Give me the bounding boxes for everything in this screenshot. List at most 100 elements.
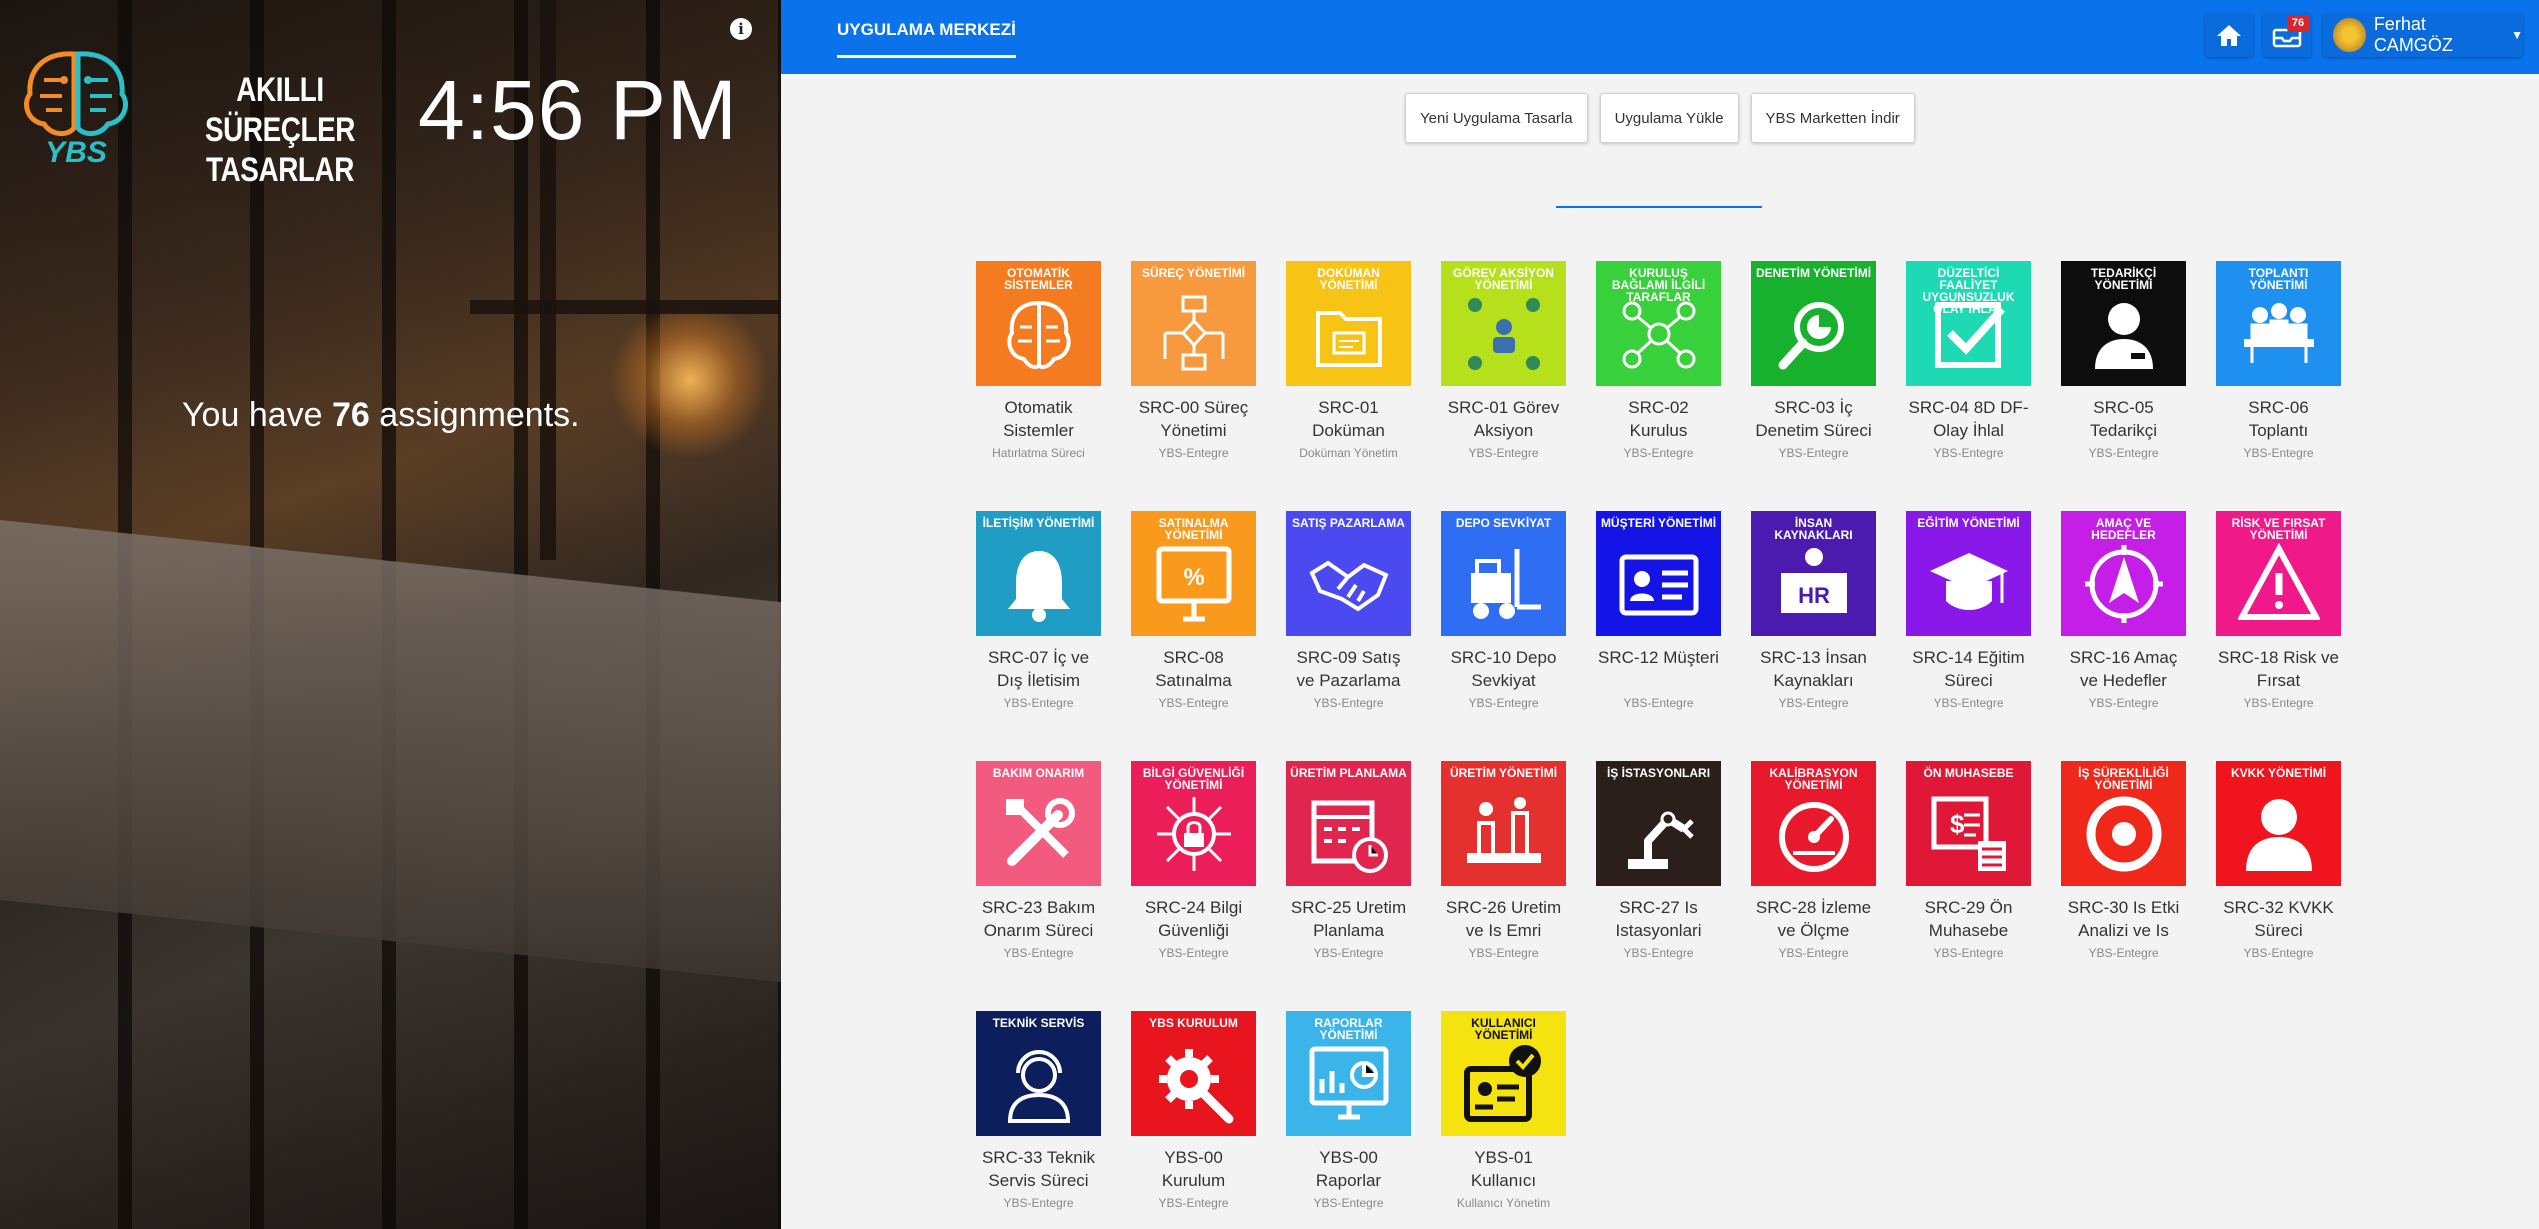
app-card[interactable]: ÜRETİM YÖNETİMİ SRC-26 Uretim ve Is Emri Y… (1441, 761, 1566, 1011)
app-tile[interactable]: İNSAN KAYNAKLARI HR (1751, 511, 1876, 636)
app-tile-title: EĞİTİM YÖNETİMİ (1917, 516, 2020, 530)
app-name: YBS-00 Raporlar (1315, 1148, 1382, 1190)
report-icon (1309, 1046, 1389, 1120)
lock-network-icon (1157, 797, 1231, 871)
app-card[interactable]: SATIŞ PAZARLAMA SRC-09 Satış ve Pazarlama… (1286, 511, 1411, 761)
app-tile[interactable]: BAKIM ONARIM (976, 761, 1101, 886)
app-tile[interactable]: TOPLANTI YÖNETİMİ (2216, 261, 2341, 386)
app-tile[interactable]: KVKK YÖNETİMİ (2216, 761, 2341, 886)
assignments-prefix: You have (182, 396, 323, 434)
app-tile-title: İLETİŞİM YÖNETİMİ (982, 516, 1095, 530)
app-tile[interactable]: YBS KURULUM (1131, 1011, 1256, 1136)
action-buttons: Yeni Uygulama Tasarla Uygulama Yükle YBS… (1405, 93, 1915, 143)
app-card[interactable]: TEDARİKÇİ YÖNETİMİ SRC-05 Tedarikçi YBS-En… (2061, 261, 2186, 511)
app-tile[interactable]: SATIŞ PAZARLAMA (1286, 511, 1411, 636)
app-card[interactable]: İNSAN KAYNAKLARI HR SRC-13 İnsan Kaynaklar… (1751, 511, 1876, 761)
app-tile[interactable]: DEPO SEVKİYAT (1441, 511, 1566, 636)
app-tile-title: ÜRETİM YÖNETİMİ (1449, 766, 1558, 780)
app-tile[interactable]: ÜRETİM PLANLAMA (1286, 761, 1411, 886)
app-tile[interactable]: OTOMATİK SİSTEMLER (976, 261, 1101, 386)
app-card[interactable]: KALİBRASYON YÖNETİMİ SRC-28 İzleme ve Ölç… (1751, 761, 1876, 1011)
user-menu-button[interactable]: Ferhat CAMGÖZ ▼ (2323, 13, 2523, 57)
app-tile[interactable]: SATINALMA YÖNETİMİ% (1131, 511, 1256, 636)
app-tile[interactable]: TEKNİK SERVİS (976, 1011, 1101, 1136)
app-tile-title: KULLANICI YÖNETİMİ (1471, 1016, 1536, 1042)
app-tile[interactable]: ÖN MUHASEBE $ (1906, 761, 2031, 886)
app-card[interactable]: İŞ SÜREKLİLİĞİ YÖNETİMİ SRC-30 Is Etki An… (2061, 761, 2186, 1011)
app-card[interactable]: AMAÇ VE HEDEFLER SRC-16 Amaç ve Hedefler Y… (2061, 511, 2186, 761)
ybs-logo: YBS (16, 44, 136, 169)
caret-down-icon: ▼ (2511, 28, 2523, 42)
meeting-icon (2244, 303, 2314, 363)
app-tile[interactable]: RİSK VE FIRSAT YÖNETİMİ (2216, 511, 2341, 636)
app-tile[interactable]: EĞİTİM YÖNETİMİ (1906, 511, 2031, 636)
app-card[interactable]: TEKNİK SERVİS SRC-33 Teknik Servis Süreci… (976, 1011, 1101, 1229)
design-new-app-button[interactable]: Yeni Uygulama Tasarla (1405, 93, 1588, 143)
app-card[interactable]: BAKIM ONARIM SRC-23 Bakım Onarım Süreci YB… (976, 761, 1101, 1011)
info-icon[interactable]: i (730, 18, 752, 40)
download-from-market-button[interactable]: YBS Marketten İndir (1750, 93, 1915, 143)
app-card[interactable]: DÜZELTİCİ FAALİYET UYGUNSUZLUK OLAY İHLA… (1906, 261, 2031, 511)
app-tile-title: TEKNİK SERVİS (992, 1016, 1085, 1030)
app-name: SRC-32 KVKK Süreci (2223, 898, 2334, 940)
home-button[interactable] (2205, 13, 2253, 57)
app-card[interactable]: YBS KURULUM YBS-00 Kurulum YBS-Entegre (1131, 1011, 1256, 1229)
app-card[interactable]: RİSK VE FIRSAT YÖNETİMİ SRC-18 Risk ve Fı… (2216, 511, 2341, 761)
app-tile[interactable]: İLETİŞİM YÖNETİMİ (976, 511, 1101, 636)
tab-uygulama-merkezi[interactable]: UYGULAMA MERKEZİ (837, 20, 1016, 58)
app-card[interactable]: OTOMATİK SİSTEMLER Otomatik Sistemler Hatı… (976, 261, 1101, 511)
app-card[interactable]: BİLGİ GÜVENLİĞİ YÖNETİMİ SRC-24 Bilgi Güv… (1131, 761, 1256, 1011)
app-card[interactable]: DENETİM YÖNETİMİ SRC-03 İç Denetim Süreci… (1751, 261, 1876, 511)
app-name: SRC-01 Doküman (1312, 398, 1385, 440)
handshake-icon (1309, 560, 1389, 612)
app-card[interactable]: KULLANICI YÖNETİMİ YBS-01 Kullanıcı Kullan… (1441, 1011, 1566, 1229)
app-card[interactable]: SÜREÇ YÖNETİMİ SRC-00 Süreç Yönetimi YBS-E… (1131, 261, 1256, 511)
app-category: YBS-Entegre (1468, 446, 1539, 460)
app-card[interactable]: GÖREV AKSİYON YÖNETİMİ SRC-01 Görev Aksiy… (1441, 261, 1566, 511)
app-tile[interactable]: KULLANICI YÖNETİMİ (1441, 1011, 1566, 1136)
app-tile-title: İNSAN KAYNAKLARI (1774, 516, 1853, 542)
app-name: SRC-24 Bilgi Güvenliği (1144, 898, 1243, 940)
app-tile[interactable]: TEDARİKÇİ YÖNETİMİ (2061, 261, 2186, 386)
inbox-button[interactable]: 76 (2263, 13, 2311, 57)
search-input[interactable] (1564, 172, 1771, 202)
app-card[interactable]: İLETİŞİM YÖNETİMİ SRC-07 İç ve Dış İletis… (976, 511, 1101, 761)
app-name: YBS-00 Kurulum (1161, 1148, 1226, 1190)
app-card[interactable]: EĞİTİM YÖNETİMİ SRC-14 Eğitim Süreci YBS-E… (1906, 511, 2031, 761)
app-card[interactable]: MÜŞTERİ YÖNETİMİ SRC-12 Müşteri YBS-Entegr… (1596, 511, 1721, 761)
app-tile[interactable]: RAPORLAR YÖNETİMİ (1286, 1011, 1411, 1136)
app-card[interactable]: RAPORLAR YÖNETİMİ YBS-00 Raporlar YBS-Ente… (1286, 1011, 1411, 1229)
app-tile[interactable]: AMAÇ VE HEDEFLER (2061, 511, 2186, 636)
upload-app-button[interactable]: Uygulama Yükle (1599, 93, 1739, 143)
app-card[interactable]: DEPO SEVKİYAT SRC-10 Depo Sevkiyat YBS-Ent… (1441, 511, 1566, 761)
app-tile[interactable]: DOKÜMAN YÖNETİMİ (1286, 261, 1411, 386)
app-tile[interactable]: İŞ İSTASYONLARI (1596, 761, 1721, 886)
app-card[interactable]: TOPLANTI YÖNETİMİ SRC-06 Toplantı YBS-Ente… (2216, 261, 2341, 511)
app-card[interactable]: DOKÜMAN YÖNETİMİ SRC-01 Doküman Doküman Yö… (1286, 261, 1411, 511)
app-tile[interactable]: SÜREÇ YÖNETİMİ (1131, 261, 1256, 386)
app-card[interactable]: KURULUŞ BAĞLAMI İLGİLİ TARAFLAR SRC-02 Ku… (1596, 261, 1721, 511)
monitor-percent-icon: % (1156, 546, 1232, 622)
app-tile[interactable]: KALİBRASYON YÖNETİMİ (1751, 761, 1876, 886)
app-card[interactable]: KVKK YÖNETİMİ SRC-32 KVKK Süreci YBS-Enteg… (2216, 761, 2341, 1011)
folder-icon (1316, 311, 1382, 367)
app-tile[interactable]: DENETİM YÖNETİMİ (1751, 261, 1876, 386)
warning-icon (2238, 543, 2320, 620)
app-tile[interactable]: GÖREV AKSİYON YÖNETİMİ (1441, 261, 1566, 386)
app-tile[interactable]: KURULUŞ BAĞLAMI İLGİLİ TARAFLAR (1596, 261, 1721, 386)
app-card[interactable]: ÖN MUHASEBE $ SRC-29 Ön Muhasebe YBS-Entegr… (1906, 761, 2031, 1011)
app-tile[interactable]: İŞ SÜREKLİLİĞİ YÖNETİMİ (2061, 761, 2186, 886)
app-tile-title: OTOMATİK SİSTEMLER (1004, 266, 1073, 292)
app-tile[interactable]: MÜŞTERİ YÖNETİMİ (1596, 511, 1721, 636)
app-tile[interactable]: BİLGİ GÜVENLİĞİ YÖNETİMİ (1131, 761, 1256, 886)
svg-text:HR: HR (1798, 583, 1830, 608)
app-category: YBS-Entegre (1623, 946, 1694, 960)
app-card[interactable]: İŞ İSTASYONLARI SRC-27 Is Istasyonlari YBS… (1596, 761, 1721, 1011)
app-tile[interactable]: DÜZELTİCİ FAALİYET UYGUNSUZLUK OLAY İHLA… (1906, 261, 2031, 386)
app-category: YBS-Entegre (1003, 1196, 1074, 1210)
assignments-message[interactable]: You have 76 assignments. (182, 396, 580, 435)
assignments-count: 76 (332, 396, 370, 434)
app-tile[interactable]: ÜRETİM YÖNETİMİ (1441, 761, 1566, 886)
app-card[interactable]: SATINALMA YÖNETİMİ% SRC-08 Satınalma YBS-E… (1131, 511, 1256, 761)
app-card[interactable]: ÜRETİM PLANLAMA SRC-25 Uretim Planlama YBS… (1286, 761, 1411, 1011)
